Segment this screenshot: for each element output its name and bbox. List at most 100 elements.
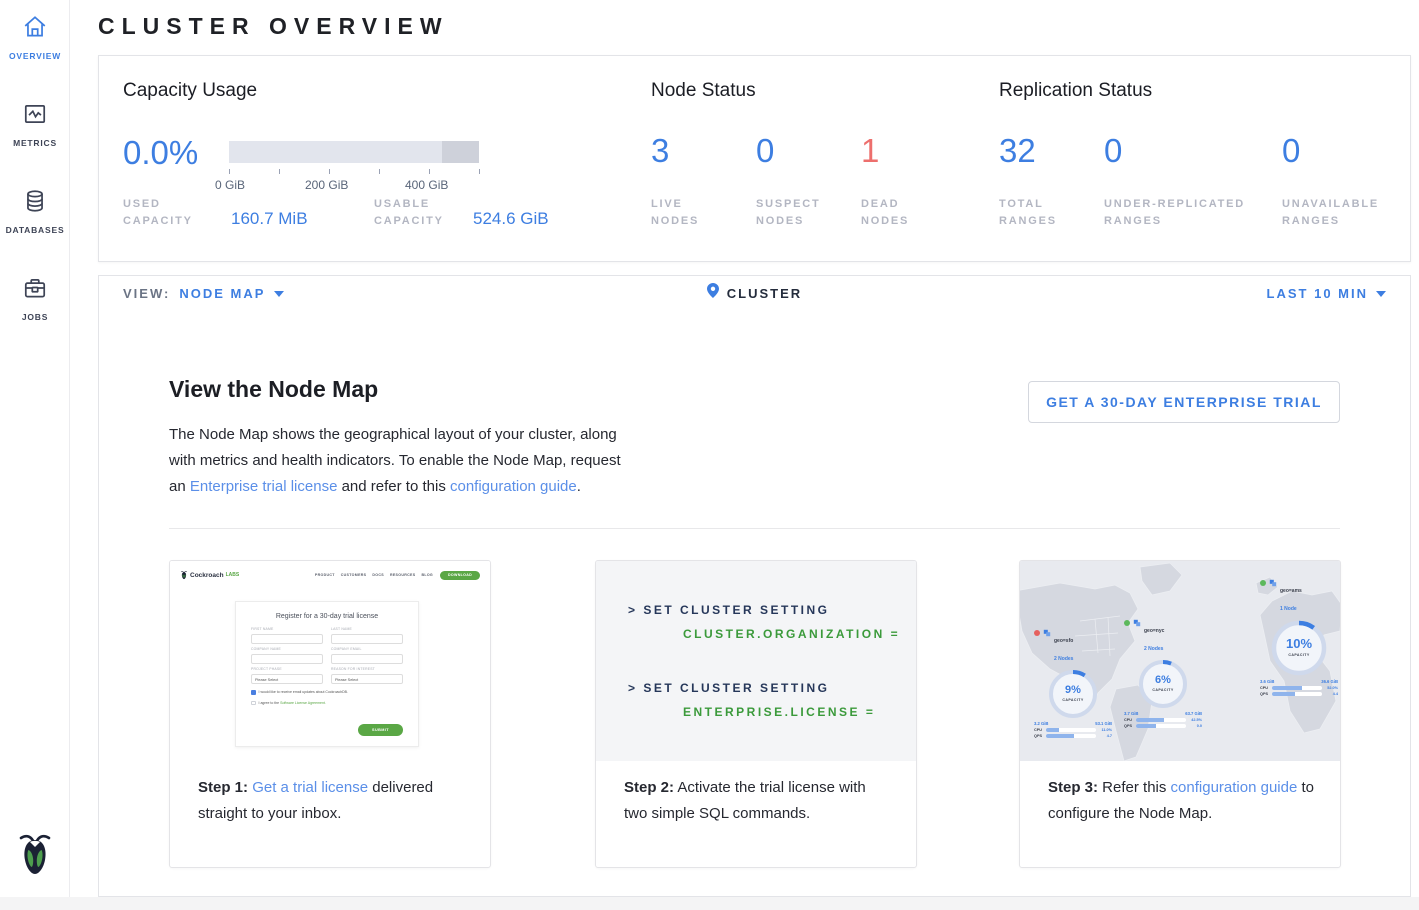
mini-input [331,634,403,644]
used-capacity-label: USED CAPACITY [123,196,193,230]
mini-logo-text: Cockroach [190,572,224,579]
step3-caption: Step 3: Refer this configuration guide t… [1020,761,1340,827]
sidebar-item-label: JOBS [0,312,70,322]
sql-setting: ENTERPRISE.LICENSE = [683,705,875,719]
mini-field-label: REASON FOR INTEREST [331,667,403,671]
mini-nav-item: DOCS [372,573,384,577]
mini-submit-button: SUBMIT [358,724,403,736]
sidebar-item-overview[interactable]: OVERVIEW [0,0,70,61]
node-locality-ams: geo=ams1 Node 10% CAPACITY 3.6 GiB36.6 G… [1260,579,1338,696]
get-trial-license-link[interactable]: Get a trial license [252,779,368,796]
mini-form-title: Register for a 30-day trial license [251,613,403,620]
capacity-percent: 0.0% [123,136,198,169]
total-ranges-label: TOTAL RANGES [999,196,1057,230]
view-bar: VIEW: NODE MAP CLUSTER LAST 10 MIN [98,275,1411,311]
under-replicated-label: UNDER-REPLICATED RANGES [1104,196,1245,230]
step2-sql-commands-image: > SET CLUSTER SETTING CLUSTER.ORGANIZATI… [596,561,916,761]
step-prefix: Step 1: [198,779,248,796]
mini-logo-suffix: LABS [226,572,240,578]
locality-name: geo=nyc [1144,628,1164,634]
capacity-gauge [229,141,479,163]
capacity-usage-title: Capacity Usage [123,80,257,102]
mini-download-button: DOWNLOAD [440,571,480,580]
node-status-title: Node Status [651,80,756,102]
locality-name: geo=ams [1280,588,1302,594]
mini-checkbox-label: I agree to the [259,701,281,705]
mini-checkbox-checked [251,690,256,695]
sidebar: OVERVIEW METRICS DATABASES JOBS [0,0,70,897]
status-dot-dead [1034,630,1040,636]
description-text: and refer to this [337,478,450,495]
locality-node-count: 2 Nodes [1054,656,1073,662]
app-frame: OVERVIEW METRICS DATABASES JOBS [0,0,1419,910]
breadcrumb-cluster: CLUSTER [727,286,802,301]
mini-nav: PRODUCT CUSTOMERS DOCS RESOURCES BLOG [315,573,433,577]
mini-input [331,654,403,664]
mini-checkbox [251,701,256,706]
sidebar-item-label: METRICS [0,138,70,148]
time-range-selector[interactable]: LAST 10 MIN [1267,276,1386,310]
capacity-label: CAPACITY [1137,688,1189,692]
total-ranges-count: 32 [999,132,1036,169]
description-text: . [577,478,581,495]
capacity-gauge-dark-segment [442,141,480,163]
capacity-percent: 10% [1269,636,1329,651]
under-replicated-count: 0 [1104,132,1122,169]
cockroach-logo-icon [0,830,70,887]
mini-nav-item: BLOG [421,573,433,577]
configuration-guide-link[interactable]: configuration guide [450,478,577,495]
node-locality-sfo: geo=sfo2 Nodes 9% CAPACITY 3.2 GiB53.1 G… [1034,629,1112,738]
mini-nav-item: CUSTOMERS [341,573,367,577]
sql-command: > SET CLUSTER SETTING [628,603,830,617]
mini-license-link: Software License Agreement. [280,701,326,705]
mini-select: Please Select [251,674,323,684]
step2-card: > SET CLUSTER SETTING CLUSTER.ORGANIZATI… [595,560,917,868]
sidebar-item-metrics[interactable]: METRICS [0,87,70,148]
replication-status-title: Replication Status [999,80,1152,102]
locality-node-count: 1 Node [1280,606,1297,612]
locality-name: geo=sfo [1054,638,1073,644]
page-title: CLUSTER OVERVIEW [98,13,449,40]
enterprise-trial-button[interactable]: GET A 30-DAY ENTERPRISE TRIAL [1028,381,1340,423]
metrics-icon [0,101,70,132]
locality-node-count: 2 Nodes [1144,646,1163,652]
step1-card: Cockroach LABS PRODUCT CUSTOMERS DOCS RE… [169,560,491,868]
mini-select: Please Select [331,674,403,684]
mini-nav-item: RESOURCES [390,573,415,577]
status-dot-live [1260,580,1266,586]
cluster-summary-panel: Capacity Usage 0.0% 0 GiB 200 GiB 400 Gi… [98,55,1411,262]
gauge-tick-label: 400 GiB [405,178,448,192]
gauge-tick-label: 0 GiB [215,178,245,192]
used-capacity-value: 160.7 MiB [231,209,308,229]
step1-registration-screenshot: Cockroach LABS PRODUCT CUSTOMERS DOCS RE… [170,561,490,761]
node-map-description: The Node Map shows the geographical layo… [169,422,639,500]
chevron-down-icon[interactable] [1376,291,1386,297]
step-prefix: Step 2: [624,779,674,796]
time-range-value[interactable]: LAST 10 MIN [1267,286,1368,301]
live-nodes-count: 3 [651,132,669,169]
capacity-percent: 6% [1137,674,1189,686]
mini-checkbox-label: I would like to receive email updates ab… [259,690,349,694]
mini-input [251,654,323,664]
unavailable-ranges-count: 0 [1282,132,1300,169]
mini-nav-item: PRODUCT [315,573,335,577]
gauge-tick-label: 200 GiB [305,178,348,192]
briefcase-icon [0,275,70,306]
suspect-nodes-label: SUSPECT NODES [756,196,821,230]
step2-caption: Step 2: Activate the trial license with … [596,761,916,827]
node-map-heading: View the Node Map [169,376,378,403]
mini-field-label: LAST NAME [331,627,403,631]
node-map-panel: View the Node Map The Node Map shows the… [98,310,1411,897]
configuration-guide-link[interactable]: configuration guide [1171,779,1298,796]
mini-input [251,634,323,644]
step-prefix: Step 3: [1048,779,1098,796]
step3-node-map-image: geo=sfo2 Nodes 9% CAPACITY 3.2 GiB53.1 G… [1020,561,1340,761]
mini-field-label: PROJECT PHASE [251,667,323,671]
sidebar-item-jobs[interactable]: JOBS [0,261,70,322]
capacity-percent: 9% [1047,684,1099,696]
step3-card: geo=sfo2 Nodes 9% CAPACITY 3.2 GiB53.1 G… [1019,560,1341,868]
usable-capacity-label: USABLE CAPACITY [374,196,444,230]
enterprise-trial-license-link[interactable]: Enterprise trial license [190,478,338,495]
sidebar-item-databases[interactable]: DATABASES [0,174,70,235]
dead-nodes-count: 1 [861,132,879,169]
